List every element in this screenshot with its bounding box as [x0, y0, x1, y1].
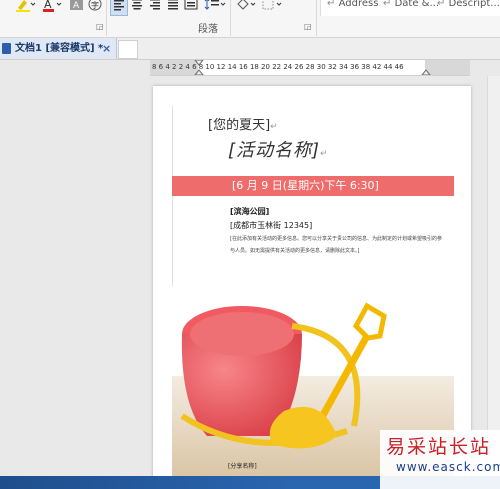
- watermark-site-name: 易采站长站: [386, 436, 492, 458]
- style-description-label: Descript...: [448, 0, 500, 9]
- style-date[interactable]: ↵ Date &...: [383, 0, 439, 14]
- right-indent-marker-icon[interactable]: [421, 60, 431, 75]
- paragraph-mark-icon: ↵: [327, 0, 336, 9]
- ribbon: A A 字 ◲ 段落 ◲ ↵ Address ↵ Date &... ↵ Des…: [0, 0, 500, 38]
- summer-text: [您的夏天]: [208, 118, 271, 133]
- paragraph-mark-icon: ↵: [320, 149, 329, 159]
- character-shading-button[interactable]: A: [70, 0, 84, 14]
- highlighter-icon: [16, 0, 36, 12]
- style-address-label: Address: [338, 0, 379, 9]
- ribbon-separator: [106, 0, 107, 36]
- paint-bucket-icon: [237, 0, 256, 10]
- paragraph-dialog-launcher-icon[interactable]: ◲: [304, 22, 312, 31]
- line-spacing-icon: [204, 0, 226, 10]
- paragraph-group-label: 段落: [198, 24, 218, 35]
- shading-button[interactable]: [236, 0, 258, 14]
- svg-text:A: A: [73, 1, 80, 11]
- highlight-color-button[interactable]: [14, 0, 36, 14]
- document-tab-title: 文档1 [兼容模式] *: [15, 43, 104, 54]
- description-placeholder[interactable]: [在此添加有关活动的更多信息。您可以分享关于贵公司的信息、为此制定的计划或希望吸…: [230, 233, 445, 257]
- font-dialog-launcher-icon[interactable]: ◲: [96, 22, 104, 31]
- align-right-button[interactable]: [148, 0, 162, 14]
- line-spacing-button[interactable]: [204, 0, 226, 14]
- ribbon-separator: [316, 0, 317, 36]
- style-date-label: Date &...: [394, 0, 439, 9]
- activity-name-placeholder[interactable]: [活动名称]↵: [228, 136, 329, 162]
- enclose-character-button[interactable]: 字: [88, 0, 102, 14]
- paragraph-mark-icon: ↵: [383, 0, 392, 9]
- svg-text:字: 字: [91, 0, 99, 10]
- ruler-right-margin: [425, 60, 470, 75]
- ruler-ticks: 8 6 4 2 2 4 6 8 10 12 14 16 18 20 22 24 …: [152, 63, 404, 71]
- document-page[interactable]: [您的夏天]↵ [活动名称]↵ [6 月 9 日(星期六)下午 6:30] [滨…: [153, 86, 471, 489]
- font-color-button[interactable]: A: [42, 0, 64, 14]
- align-left-icon: [114, 0, 124, 11]
- new-tab-button[interactable]: [118, 40, 138, 59]
- document-tab[interactable]: 文档1 [兼容模式] * ×: [0, 38, 117, 59]
- activity-name-text: [活动名称]: [228, 140, 321, 161]
- horizontal-ruler[interactable]: 8 6 4 2 2 4 6 8 10 12 14 16 18 20 22 24 …: [150, 60, 470, 76]
- style-description[interactable]: ↵ Descript...: [437, 0, 500, 14]
- summer-placeholder[interactable]: [您的夏天]↵: [208, 114, 278, 133]
- ribbon-separator: [230, 0, 231, 36]
- align-center-icon: [132, 0, 142, 10]
- style-address[interactable]: ↵ Address: [327, 0, 378, 14]
- borders-button[interactable]: [262, 0, 284, 14]
- share-placeholder[interactable]: [分享名称]: [228, 461, 257, 470]
- site-watermark: 易采站长站 www.easck.com: [380, 430, 500, 489]
- distributed-icon: [184, 0, 198, 10]
- justify-button[interactable]: [166, 0, 180, 14]
- close-tab-icon[interactable]: ×: [102, 38, 111, 59]
- align-left-button[interactable]: [110, 0, 128, 16]
- indent-marker-icon[interactable]: [194, 60, 204, 75]
- document-tab-bar: 文档1 [兼容模式] * ×: [0, 38, 500, 60]
- borders-icon: [262, 0, 282, 10]
- font-color-icon: A: [43, 0, 62, 12]
- watermark-url: www.easck.com: [396, 460, 500, 474]
- character-shading-icon: A: [70, 0, 83, 11]
- justify-icon: [168, 0, 178, 10]
- styles-gallery: ↵ Address ↵ Date &... ↵ Descript...: [320, 0, 500, 16]
- venue-placeholder[interactable]: [滨海公园]: [230, 206, 269, 217]
- distributed-button[interactable]: [184, 0, 198, 14]
- enclose-character-icon: 字: [88, 0, 102, 11]
- date-text: [6 月 9 日(星期六)下午 6:30]: [232, 179, 379, 192]
- address-placeholder[interactable]: [成都市玉林街 12345]: [230, 220, 312, 231]
- align-right-icon: [150, 0, 160, 10]
- word-document-icon: [2, 43, 11, 54]
- align-center-button[interactable]: [130, 0, 144, 14]
- date-band[interactable]: [6 月 9 日(星期六)下午 6:30]: [172, 176, 454, 196]
- vertical-scrollbar[interactable]: [487, 76, 500, 489]
- paragraph-mark-icon: ↵: [270, 122, 278, 132]
- paragraph-mark-icon: ↵: [437, 0, 446, 9]
